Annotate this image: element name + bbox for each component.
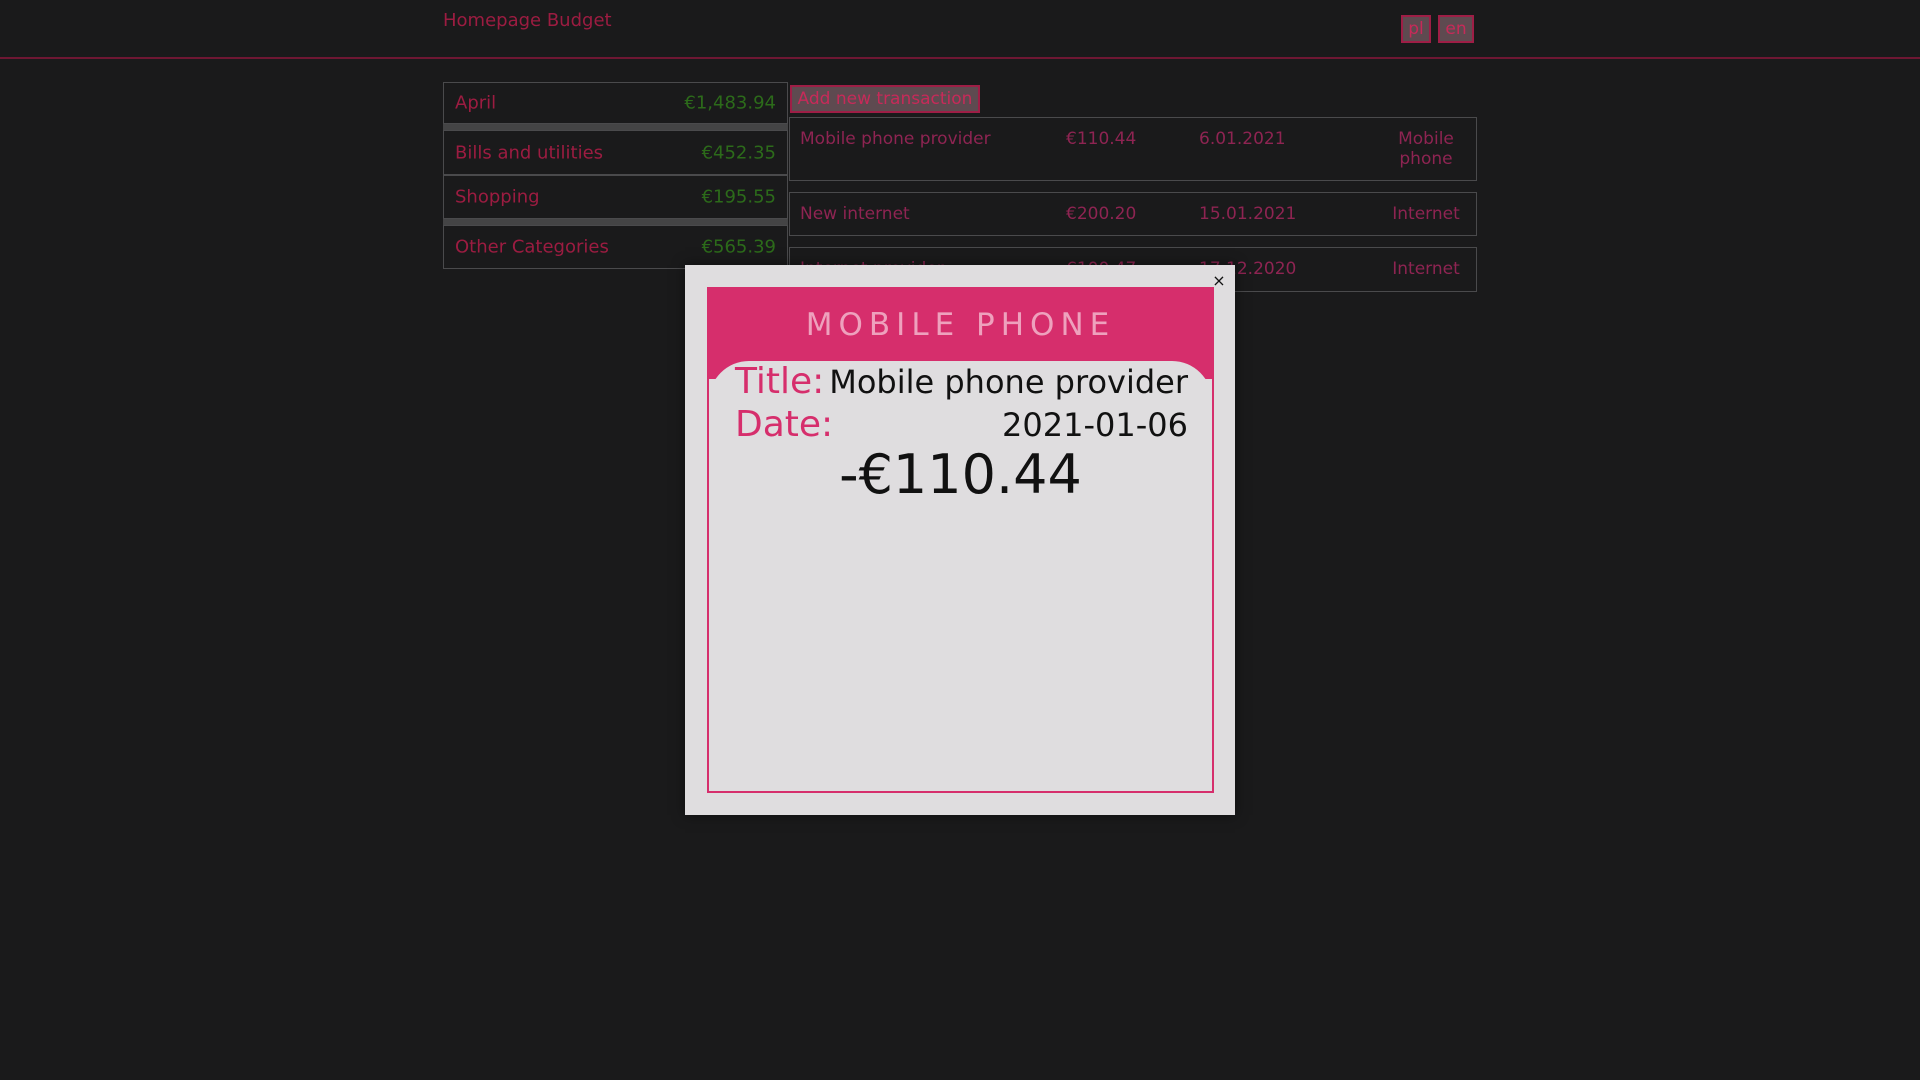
category-amount: €195.55 xyxy=(701,186,776,208)
transaction-amount: €200.20 xyxy=(1066,204,1137,224)
title-value: Mobile phone provider xyxy=(829,363,1188,401)
category-amount: €1,483.94 xyxy=(684,92,776,114)
transaction-date: 15.01.2021 xyxy=(1199,204,1297,224)
category-amount: €452.35 xyxy=(701,142,776,163)
transaction-title: Mobile phone provider xyxy=(800,129,991,149)
date-label: Date: xyxy=(735,404,834,445)
transaction-amount: €110.44 xyxy=(1066,129,1137,149)
add-transaction-button[interactable]: Add new transaction xyxy=(790,85,980,113)
card-body: Title: Mobile phone provider Date: 2021-… xyxy=(709,361,1212,791)
transaction-category: Mobile phone xyxy=(1398,129,1454,169)
transaction-card: MOBILE PHONE Title: Mobile phone provide… xyxy=(707,287,1214,793)
transaction-title: New internet xyxy=(800,204,910,224)
app-title-link[interactable]: Homepage Budget xyxy=(443,10,612,31)
transaction-date: 6.01.2021 xyxy=(1199,129,1286,149)
language-pl-button[interactable]: pl xyxy=(1401,15,1431,43)
category-name: Other Categories xyxy=(455,236,609,258)
transaction-row[interactable]: Mobile phone provider €110.44 6.01.2021 … xyxy=(789,117,1477,181)
transaction-category: Internet xyxy=(1392,259,1460,279)
transaction-row[interactable]: New internet €200.20 15.01.2021 Internet xyxy=(789,192,1477,236)
category-row-april[interactable]: April €1,483.94 xyxy=(443,82,788,124)
category-name: April xyxy=(455,92,497,114)
category-amount: €565.39 xyxy=(701,236,776,258)
transaction-amount-large: -€110.44 xyxy=(839,443,1082,506)
page: Homepage Budget pl en April €1,483.94 Bi… xyxy=(0,0,1920,1080)
category-row-bills[interactable]: Bills and utilities €452.35 xyxy=(443,130,788,175)
card-category-heading: MOBILE PHONE xyxy=(805,307,1116,343)
language-en-button[interactable]: en xyxy=(1438,15,1474,43)
transaction-category: Internet xyxy=(1392,204,1460,224)
transaction-detail-modal: × MOBILE PHONE Title: Mobile phone provi… xyxy=(685,265,1235,815)
category-name: Bills and utilities xyxy=(455,142,604,163)
category-row-other[interactable]: Other Categories €565.39 xyxy=(443,225,788,269)
title-label: Title: xyxy=(735,361,825,402)
category-name: Shopping xyxy=(455,186,540,208)
date-value: 2021-01-06 xyxy=(1002,406,1188,444)
category-row-shopping[interactable]: Shopping €195.55 xyxy=(443,175,788,219)
top-bar: Homepage Budget pl en xyxy=(0,0,1920,59)
